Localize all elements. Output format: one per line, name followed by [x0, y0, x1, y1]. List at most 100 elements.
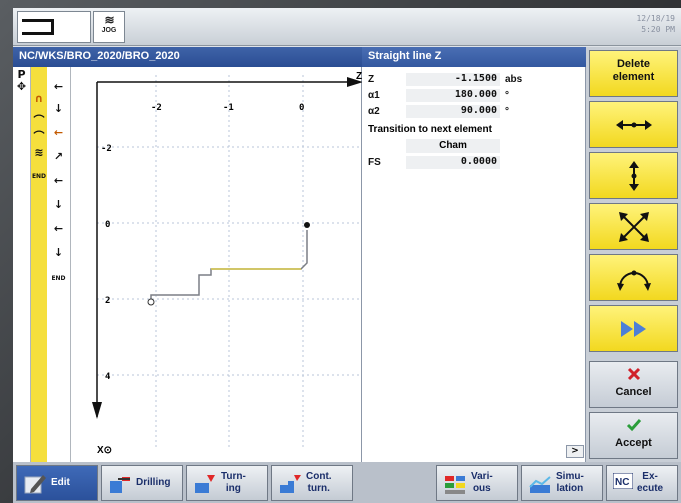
cancel-x-icon [614, 365, 654, 383]
time-text: 5:20 PM [641, 25, 675, 34]
jog-wave-icon: ≋ [104, 13, 114, 27]
thread-element-icon[interactable]: ≋ [31, 147, 47, 159]
chamfer-element-icon[interactable]: ⌒ [31, 115, 47, 127]
param-label-fs: FS [368, 157, 381, 168]
param-label-alpha1: α1 [368, 90, 380, 101]
param-input-fs[interactable]: 0.0000 [406, 156, 500, 169]
delete-label-line1: Delete [616, 58, 651, 70]
param-label-z: Z [368, 74, 375, 85]
accept-label: Accept [615, 437, 652, 449]
arrow-left-selected-icon[interactable]: ← [47, 127, 70, 139]
contour-turning-softkey[interactable]: Cont. turn. [271, 465, 353, 501]
various-softkey[interactable]: Vari- ous [436, 465, 518, 501]
horizontal-direction-button[interactable] [589, 101, 678, 148]
accept-button[interactable]: Accept [589, 412, 678, 459]
chamfer-element-icon-2[interactable]: ⌒ [31, 131, 47, 143]
edit-pencil-icon [23, 473, 47, 495]
turning-label-line2: ing [225, 483, 241, 494]
various-label: Vari- ous [471, 471, 493, 495]
date-text: 12/18/19 [636, 14, 675, 23]
simulation-label-line1: Simu- [556, 471, 584, 482]
delete-element-button[interactable]: Delete element [589, 50, 678, 97]
element-title: Straight line Z [362, 47, 586, 67]
contour-graphic: Z X⊙ -2 -1 0 -2 0 2 4 [71, 67, 362, 462]
contour-turning-label-line2: turn. [307, 483, 330, 494]
program-path: NC/WKS/BRO_2020/BRO_2020 [13, 47, 362, 67]
simulation-softkey[interactable]: Simu- lation [521, 465, 603, 501]
turning-label: Turn- ing [221, 471, 246, 495]
z-tick-0: 0 [299, 103, 304, 113]
various-icon [443, 473, 467, 495]
contour-turning-icon [278, 473, 302, 495]
end-label-top: END [31, 173, 47, 180]
execute-label-line2: ecute [637, 483, 664, 494]
bracket-icon [22, 19, 54, 35]
contour-start-strip: P ✥ [13, 67, 31, 462]
arrow-left-icon-3[interactable]: ← [47, 223, 70, 235]
transition-select[interactable]: Cham [406, 139, 500, 153]
machine-area-button[interactable] [17, 11, 91, 43]
contour-start-marker [147, 298, 155, 306]
scroll-right-button[interactable]: > [566, 445, 584, 458]
arrow-left-icon-2[interactable]: ← [47, 175, 70, 187]
x-tick-4: 4 [105, 372, 111, 382]
param-unit-z[interactable]: abs [505, 74, 522, 85]
turning-icon [193, 473, 217, 495]
execute-label: Ex- ecute [637, 471, 663, 495]
drilling-icon [108, 473, 132, 495]
circle-element-button[interactable] [589, 254, 678, 301]
hmi-screen: ≋ JOG 12/18/19 5:20 PM NC/WKS/BRO_2020/B… [13, 8, 681, 503]
arrow-left-icon[interactable]: ← [47, 81, 70, 93]
param-unit-alpha1: ° [505, 90, 509, 101]
simulation-label-line2: lation [556, 483, 584, 494]
cross-arrows-icon[interactable]: ✥ [13, 81, 30, 93]
param-input-z[interactable]: -1.1500 [406, 73, 500, 86]
date-time-display: 12/18/19 5:20 PM [636, 13, 675, 35]
end-label-bottom: END [51, 275, 66, 282]
drilling-label: Drilling [136, 477, 171, 488]
x-axis-label: X⊙ [97, 445, 112, 456]
edit-label: Edit [51, 477, 70, 488]
turning-softkey[interactable]: Turn- ing [186, 465, 268, 501]
cancel-label: Cancel [615, 386, 652, 398]
element-list-strip: ← ↓ ← ↗ ← ↓ ← ↓ END [47, 67, 71, 462]
various-label-line1: Vari- [471, 471, 493, 482]
horizontal-arrows-icon [614, 108, 654, 142]
drilling-softkey[interactable]: Drilling [101, 465, 183, 501]
contour-end-point [304, 222, 310, 228]
arc-arrows-icon [614, 261, 654, 295]
vertical-arrows-icon [614, 159, 654, 193]
arrow-diagonal-icon[interactable]: ↗ [47, 151, 70, 163]
contour-turning-label: Cont. turn. [306, 471, 332, 495]
jog-mode-indicator[interactable]: ≋ JOG [93, 11, 125, 43]
cancel-button[interactable]: Cancel [589, 361, 678, 408]
next-button[interactable] [589, 305, 678, 352]
x-tick-2: 2 [105, 296, 110, 306]
any-direction-button[interactable] [589, 203, 678, 250]
vertical-softkey-bar: Delete element Cancel Accept [586, 47, 681, 462]
contour-turning-label-line1: Cont. [306, 471, 332, 482]
execute-softkey[interactable]: NC Ex- ecute [606, 465, 678, 501]
param-unit-alpha2: ° [505, 106, 509, 117]
param-input-alpha2[interactable]: 90.000 [406, 105, 500, 118]
execute-label-line1: Ex- [642, 471, 658, 482]
svg-text:NC: NC [615, 477, 629, 488]
element-type-strip: ∩ ⌒ ⌒ ≋ END [31, 67, 47, 462]
diagonal-arrows-icon [614, 210, 654, 244]
arrow-down-icon-3[interactable]: ↓ [47, 247, 70, 259]
vertical-direction-button[interactable] [589, 152, 678, 199]
double-chevron-right-icon [614, 312, 654, 346]
arrow-down-icon[interactable]: ↓ [47, 103, 70, 115]
edit-softkey[interactable]: Edit [16, 465, 98, 501]
x-axis-arrow [92, 402, 102, 419]
transition-label: Transition to next element [368, 124, 492, 135]
contour-graphic-svg: Z X⊙ -2 -1 0 -2 0 2 4 [92, 71, 362, 456]
simulation-label: Simu- lation [556, 471, 584, 495]
arc-element-icon[interactable]: ∩ [31, 93, 47, 105]
param-input-alpha1[interactable]: 180.000 [406, 89, 500, 102]
turning-label-line1: Turn- [221, 471, 246, 482]
z-tick-minus1: -1 [223, 103, 234, 113]
x-tick-0: 0 [105, 220, 110, 230]
arrow-down-icon-2[interactable]: ↓ [47, 199, 70, 211]
parameter-panel: Z -1.1500 abs α1 180.000 ° α2 90.000 ° T… [362, 67, 586, 462]
